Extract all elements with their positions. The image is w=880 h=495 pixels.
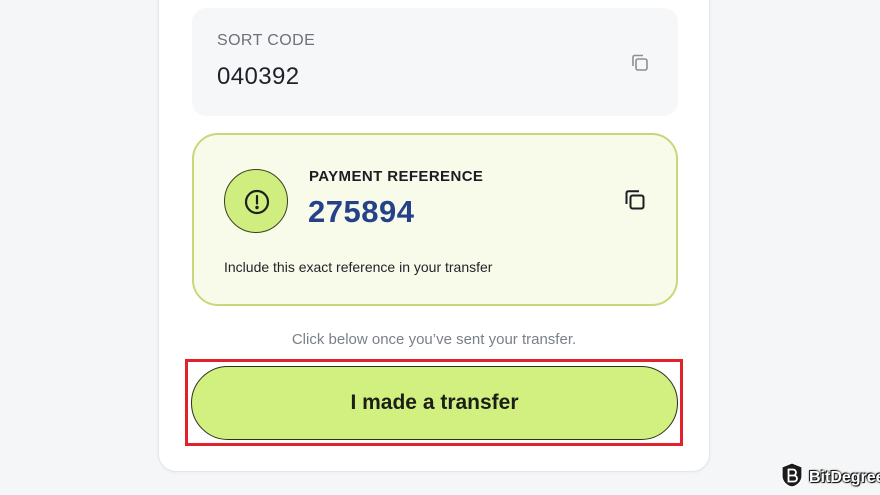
payment-reference-card: PAYMENT REFERENCE 275894 Include this ex… xyxy=(192,133,678,306)
payment-reference-note: Include this exact reference in your tra… xyxy=(224,259,493,275)
copy-sort-code-icon[interactable] xyxy=(629,52,651,74)
watermark-text: BitDegree xyxy=(809,468,880,486)
watermark: BitDegree xyxy=(780,462,880,493)
sort-code-label: SORT CODE xyxy=(217,32,316,49)
alert-circle-icon xyxy=(224,169,288,233)
bitdegree-logo-icon xyxy=(780,462,804,493)
sort-code-value: 040392 xyxy=(217,63,300,90)
payment-reference-label: PAYMENT REFERENCE xyxy=(309,168,484,185)
payment-reference-value: 275894 xyxy=(308,194,415,229)
transfer-hint-text: Click below once you’ve sent your transf… xyxy=(291,331,577,348)
sort-code-card: SORT CODE 040392 xyxy=(192,8,678,116)
copy-reference-icon[interactable] xyxy=(622,187,648,213)
made-transfer-button[interactable]: I made a transfer xyxy=(191,366,678,440)
